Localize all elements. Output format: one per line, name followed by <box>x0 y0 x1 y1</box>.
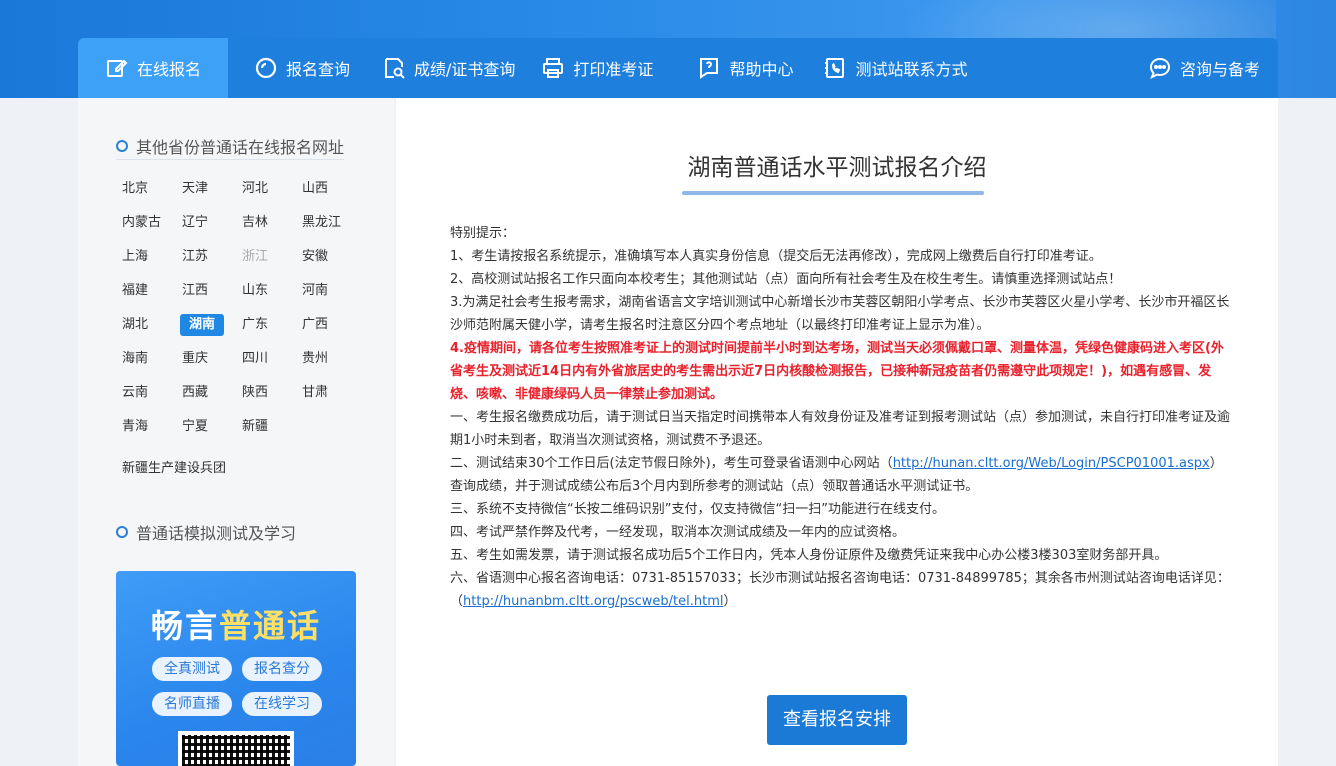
province-link[interactable]: 天津 <box>182 178 242 200</box>
province-link[interactable]: 上海 <box>122 246 182 268</box>
province-link[interactable]: 安徽 <box>302 246 362 268</box>
province-link[interactable]: 贵州 <box>302 348 362 370</box>
notice-rule-6: 六、省语测中心报名咨询电话：0731-85157033；长沙市测试站报名咨询电话… <box>450 571 1230 609</box>
promo-pill-mock-test[interactable]: 全真测试 <box>152 657 232 681</box>
page-title: 湖南普通话水平测试报名介绍 <box>687 155 987 181</box>
province-link[interactable]: 西藏 <box>182 382 242 404</box>
qr-code <box>178 731 294 766</box>
help-icon <box>697 56 721 80</box>
province-link: 浙江 <box>242 249 269 264</box>
main-content: 湖南普通话水平测试报名介绍 特别提示： 1、考生请按报名系统提示，准确填写本人真… <box>396 98 1278 766</box>
nav-label: 在线报名 <box>136 60 201 79</box>
nav-label: 成绩/证书查询 <box>414 60 516 79</box>
province-link[interactable]: 云南 <box>122 382 182 404</box>
nav-label: 咨询与备考 <box>1179 60 1260 79</box>
notice-rule-3: 三、系统不支持微信“长按二维码识别”支付，仅支持微信“扫一扫”功能进行在线支付。 <box>450 502 945 517</box>
province-link[interactable]: 黑龙江 <box>302 212 362 234</box>
certificate-search-icon <box>382 56 406 80</box>
nav-label: 测试站联系方式 <box>855 60 968 79</box>
province-link[interactable]: 湖南 <box>180 314 224 336</box>
province-link[interactable]: 海南 <box>122 348 182 370</box>
province-link[interactable]: 福建 <box>122 280 182 302</box>
nav-label: 帮助中心 <box>729 60 794 79</box>
notice-item-2: 2、高校测试站报名工作只面向本校考生；其他测试站（点）面向所有社会考生及在校生考… <box>450 272 1122 287</box>
notice-content: 特别提示： 1、考生请按报名系统提示，准确填写本人真实身份信息（提交后无法再修改… <box>450 222 1230 613</box>
province-link[interactable]: 吉林 <box>242 212 302 234</box>
printer-icon <box>541 56 565 80</box>
province-link[interactable]: 广西 <box>302 314 362 336</box>
contact-phone-link[interactable]: http://hunanbm.cltt.org/pscweb/tel.html <box>463 594 723 609</box>
nav-register-query[interactable]: 报名查询 <box>254 38 350 98</box>
nav-help-center[interactable]: 帮助中心 <box>697 38 793 98</box>
province-link[interactable]: 山西 <box>302 178 362 200</box>
nav-print-ticket[interactable]: 打印准考证 <box>541 38 653 98</box>
province-link-xinjiang-bingtuan[interactable]: 新疆生产建设兵团 <box>122 457 226 476</box>
phone-book-icon <box>823 56 847 80</box>
notice-rule-2: 二、测试结束30个工作日后(法定节假日除外)，考生可登录省语测中心网站（http… <box>450 456 1223 494</box>
province-link[interactable]: 内蒙古 <box>122 212 182 234</box>
sidebar: 其他省份普通话在线报名网址 北京 天津 河北 山西内蒙古 辽宁 吉林 黑龙江上海 江苏 浙江 安徽… <box>78 98 394 766</box>
notice-rule-1: 一、考生报名缴费成功后，请于测试日当天指定时间携带本人有效身份证及准考证到报考测… <box>450 410 1231 448</box>
province-link[interactable]: 重庆 <box>182 348 242 370</box>
provinces-section-title: 其他省份普通话在线报名网址 <box>116 134 344 160</box>
chat-icon <box>1148 56 1172 80</box>
province-link[interactable]: 北京 <box>122 178 182 200</box>
changyan-promo-banner[interactable]: 畅言普通话 全真测试 报名查分 名师直播 在线学习 <box>116 571 356 766</box>
nav-label: 报名查询 <box>286 60 351 79</box>
notice-item-4-warning: 4.疫情期间，请各位考生按照准考证上的测试时间提前半小时到达考场，测试当天必须佩… <box>450 341 1224 402</box>
province-link[interactable]: 河南 <box>302 280 362 302</box>
province-link[interactable]: 山东 <box>242 280 302 302</box>
province-link[interactable]: 新疆 <box>242 416 302 438</box>
province-link[interactable]: 陕西 <box>242 382 302 404</box>
circle-icon <box>116 526 128 538</box>
circle-icon <box>116 140 128 152</box>
province-link[interactable]: 宁夏 <box>182 416 242 438</box>
promo-pill-score-query[interactable]: 报名查分 <box>242 657 322 681</box>
province-link[interactable]: 江西 <box>182 280 242 302</box>
province-link[interactable]: 青海 <box>122 416 182 438</box>
province-link[interactable]: 辽宁 <box>182 212 242 234</box>
search-icon <box>254 56 278 80</box>
nav-score-query[interactable]: 成绩/证书查询 <box>382 38 515 98</box>
score-query-link[interactable]: http://hunan.cltt.org/Web/Login/PSCP0100… <box>893 456 1210 471</box>
notice-item-1: 1、考生请按报名系统提示，准确填写本人真实身份信息（提交后无法再修改），完成网上… <box>450 249 1102 264</box>
notice-rule-4: 四、考试严禁作弊及代考，一经发现，取消本次测试成绩及一年内的应试资格。 <box>450 525 906 540</box>
nav-online-register[interactable]: 在线报名 <box>78 38 228 98</box>
province-link[interactable]: 河北 <box>242 178 302 200</box>
province-link[interactable]: 四川 <box>242 348 302 370</box>
nav-consult[interactable]: 咨询与备考 <box>1148 38 1260 98</box>
notice-rule-5: 五、考生如需发票，请于测试报名成功后5个工作日内，凭本人身份证原件及缴费凭证来我… <box>450 548 1168 563</box>
province-link[interactable]: 甘肃 <box>302 382 362 404</box>
nav-station-contact[interactable]: 测试站联系方式 <box>823 38 967 98</box>
notice-intro: 特别提示： <box>450 226 516 241</box>
promo-title: 畅言普通话 <box>150 607 322 645</box>
study-section-title: 普通话模拟测试及学习 <box>116 520 296 544</box>
notice-item-3: 3.为满足社会考生报考需求，湖南省语言文字培训测试中心新增长沙市芙蓉区朝阳小学考… <box>450 295 1230 333</box>
promo-pill-online-study[interactable]: 在线学习 <box>242 692 322 716</box>
nav-label: 打印准考证 <box>573 60 654 79</box>
promo-pill-live-class[interactable]: 名师直播 <box>152 692 232 716</box>
province-grid: 北京 天津 河北 山西内蒙古 辽宁 吉林 黑龙江上海 江苏 浙江 安徽福建 江西 山东 河南湖北 湖南 广东… <box>122 178 372 438</box>
province-link[interactable]: 广东 <box>242 314 302 336</box>
province-link[interactable]: 湖北 <box>122 314 182 336</box>
province-link[interactable]: 江苏 <box>182 246 242 268</box>
edit-icon <box>105 56 129 80</box>
view-arrangement-button[interactable]: 查看报名安排 <box>767 695 907 745</box>
main-nav: 在线报名 报名查询 成绩/证书查询 打印准考证 帮助中心 测试站联系方式 咨询与… <box>78 38 1278 98</box>
title-underline <box>682 191 984 195</box>
